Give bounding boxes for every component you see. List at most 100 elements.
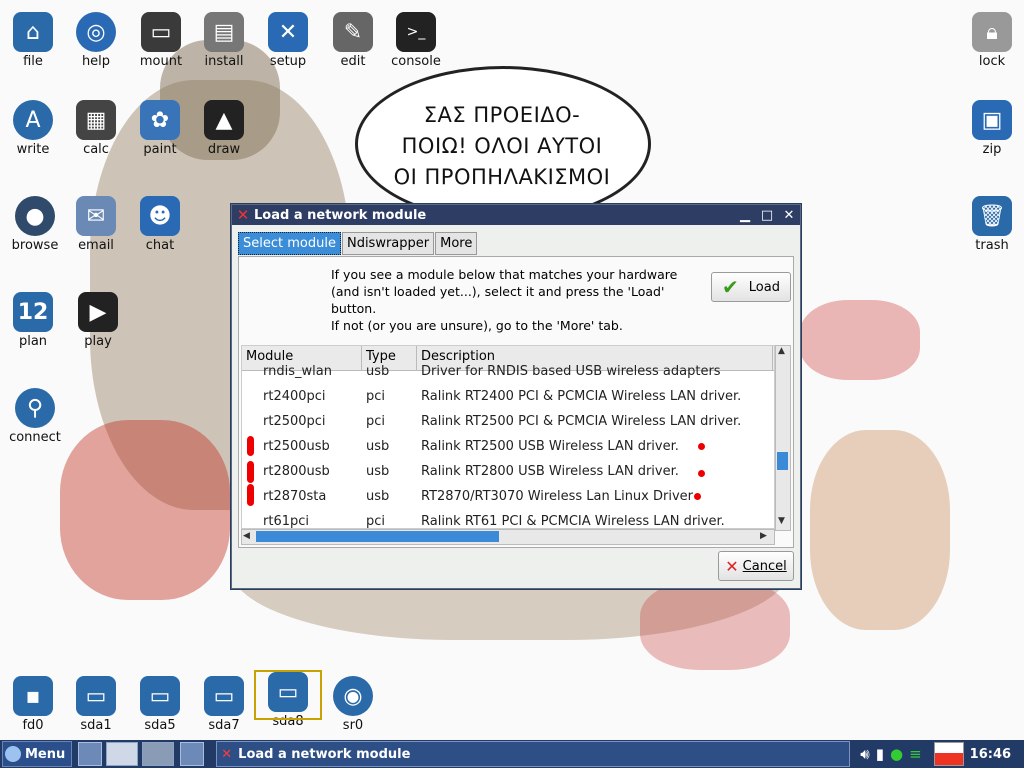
table-row[interactable]: rt61pci pci Ralink RT61 PCI & PCMCIA Wirel… [242, 509, 774, 529]
vertical-scroll-thumb[interactable] [777, 452, 788, 470]
table-row[interactable]: rt2500usb usb Ralink RT2500 USB Wireless L… [242, 434, 774, 459]
module-description: Ralink RT2500 USB Wireless LAN driver. [421, 439, 679, 454]
tab-select-module[interactable]: Select module [238, 232, 341, 255]
module-description: Ralink RT61 PCI & PCMCIA Wireless LAN dr… [421, 514, 725, 529]
drive-icon: ▭ [268, 672, 308, 712]
app-close-x-icon: ✕ [236, 206, 250, 224]
desktop-icon-play[interactable]: ▶ play [66, 292, 130, 349]
module-description: Driver for RNDIS based USB wireless adap… [421, 364, 721, 379]
drive-icon: ▭ [140, 676, 180, 716]
instruction-line: If you see a module below that matches y… [331, 267, 678, 282]
network-icon[interactable]: ● [890, 745, 903, 763]
instructions-text: If you see a module below that matches y… [331, 266, 691, 334]
app-x-icon: ✕ [221, 746, 233, 762]
speech-line: ΠΟΙΩ! ΟΛΟΙ ΑΥΤΟΙ [401, 134, 603, 158]
desktop-icon-sda1[interactable]: ▭ sda1 [64, 676, 128, 733]
module-type: usb [366, 439, 390, 454]
scroll-left-icon[interactable]: ◀ [243, 531, 250, 541]
tab-more[interactable]: More [435, 232, 478, 255]
module-description: Ralink RT2400 PCI & PCMCIA Wireless LAN … [421, 389, 742, 404]
memory-icon[interactable]: ≡ [909, 745, 922, 763]
table-row[interactable]: rt2870sta usb RT2870/RT3070 Wireless Lan L… [242, 484, 774, 509]
dialog-titlebar[interactable]: ✕ Load a network module ▁ □ ✕ [232, 205, 800, 225]
volume-icon[interactable]: 🔊︎ [860, 745, 869, 763]
desktop-icon-paint[interactable]: ✿ paint [128, 100, 192, 157]
desktop-icon-email[interactable]: ✉ email [64, 196, 128, 253]
red-annotation-dot [694, 493, 701, 500]
drive-icon: ▭ [204, 676, 244, 716]
table-row[interactable]: rt2800usb usb Ralink RT2800 USB Wireless L… [242, 459, 774, 484]
table-row[interactable]: rt2500pci pci Ralink RT2500 PCI & PCMCIA W… [242, 409, 774, 434]
battery-icon[interactable]: ▮ [876, 745, 884, 763]
speech-balloon-text: ΣΑΣ ΠΡΟΕΙΔΟ- ΠΟΙΩ! ΟΛΟΙ ΑΥΤΟΙ ΟΙ ΠΡΟΠΗΛΑ… [372, 100, 632, 193]
speech-line: ΣΑΣ ΠΡΟΕΙΔΟ- [423, 103, 581, 127]
horizontal-scroll-thumb[interactable] [256, 531, 499, 542]
minimize-button[interactable]: ▁ [734, 208, 756, 223]
table-row[interactable]: rt2400pci pci Ralink RT2400 PCI & PCMCIA W… [242, 384, 774, 409]
desktop-icon-write[interactable]: Awrite [1, 100, 65, 157]
desktop-icon-fd0[interactable]: ▪ fd0 [1, 676, 65, 733]
system-tray: 🔊︎ ▮ ● ≡ [860, 745, 927, 763]
scroll-down-icon[interactable]: ▼ [778, 516, 785, 526]
speech-line: ΟΙ ΠΡΟΠΗΛΑΚΙΣΜΟΙ [393, 165, 611, 189]
desktop-icon-lock[interactable]: 🔒︎ lock [960, 12, 1024, 69]
box-install-icon: ▤ [204, 12, 244, 52]
clock[interactable]: 16:46 [970, 747, 1011, 762]
quicklaunch-drive-icon[interactable] [78, 742, 103, 766]
desktop-icon-trash[interactable]: 🗑︎ trash [960, 196, 1024, 253]
desktop-icon-plan[interactable]: 12 plan [1, 292, 65, 349]
terminal-icon: >_ [396, 12, 436, 52]
desktop-icon-help[interactable]: ◎ help [64, 12, 128, 69]
desktop-icon-sda7[interactable]: ▭ sda7 [192, 676, 256, 733]
desktop-icon-mount[interactable]: ▭ mount [129, 12, 193, 69]
module-type: usb [366, 489, 390, 504]
desktop-icon-edit[interactable]: ✎ edit [321, 12, 385, 69]
desktop-icon-sr0[interactable]: ◉ sr0 [321, 676, 385, 733]
notepad-icon: ✎ [333, 12, 373, 52]
taskbar-window-title: Load a network module [238, 746, 411, 762]
desktop-icon-sda8[interactable]: ▭ sda8 [254, 670, 322, 729]
vertical-scrollbar[interactable]: ▲ ▼ [775, 345, 791, 531]
table-row[interactable]: rndis_wlan usb Driver for RNDIS based USB … [242, 359, 774, 384]
menu-logo-icon [5, 746, 21, 762]
desktop-icon-calc[interactable]: ▦ calc [64, 100, 128, 157]
horizontal-scrollbar[interactable]: ◀ ▶ [241, 529, 775, 545]
taskbar-window-button[interactable]: ✕ Load a network module [216, 741, 851, 767]
globe-icon: ● [15, 196, 55, 236]
red-annotation-mark [247, 436, 254, 456]
envelope-icon: ✉ [76, 196, 116, 236]
desktop-icon-zip[interactable]: ▣ zip [960, 100, 1024, 157]
module-name: rt2870sta [263, 489, 327, 504]
module-name: rt2500usb [263, 439, 330, 454]
close-button[interactable]: ✕ [778, 208, 800, 223]
load-button[interactable]: ✔ Load [711, 272, 791, 302]
load-network-module-dialog: ✕ Load a network module ▁ □ ✕ Select mod… [231, 204, 801, 589]
module-name: rt2500pci [263, 414, 326, 429]
instruction-line: (and isn't loaded yet...), select it and… [331, 284, 665, 299]
show-desktop-icon[interactable] [180, 742, 205, 766]
module-list[interactable]: Module Type Description rndis_wlan usb Dri… [241, 345, 775, 529]
tab-ndiswrapper[interactable]: Ndiswrapper [341, 232, 435, 255]
desktop-icon-chat[interactable]: ☻ chat [128, 196, 192, 253]
palette-icon: ✿ [140, 100, 180, 140]
desktop-icon-connect[interactable]: ⚲ connect [3, 388, 67, 445]
red-annotation-dot [698, 470, 705, 477]
desktop-icon-draw[interactable]: ▲ draw [192, 100, 256, 157]
desktop-icon-file[interactable]: ⌂ file [1, 12, 65, 69]
home-folder-icon: ⌂ [13, 12, 53, 52]
workspace-2-button[interactable] [142, 742, 175, 766]
desktop-icon-console[interactable]: >_ console [384, 12, 448, 69]
instruction-line: button. [331, 301, 377, 316]
scroll-up-icon[interactable]: ▲ [778, 346, 785, 356]
desktop-icon-setup[interactable]: ✕ setup [256, 12, 320, 69]
module-name: rt2400pci [263, 389, 326, 404]
maximize-button[interactable]: □ [756, 208, 778, 223]
desktop-icon-install[interactable]: ▤ install [192, 12, 256, 69]
desktop-icon-sda5[interactable]: ▭ sda5 [128, 676, 192, 733]
dialog-title: Load a network module [254, 207, 427, 223]
start-menu-button[interactable]: Menu [2, 741, 73, 767]
cancel-button[interactable]: ✕ Cancel [718, 551, 794, 581]
scroll-right-icon[interactable]: ▶ [760, 531, 767, 541]
desktop-icon-browse[interactable]: ● browse [3, 196, 67, 253]
workspace-1-button[interactable] [106, 742, 139, 766]
